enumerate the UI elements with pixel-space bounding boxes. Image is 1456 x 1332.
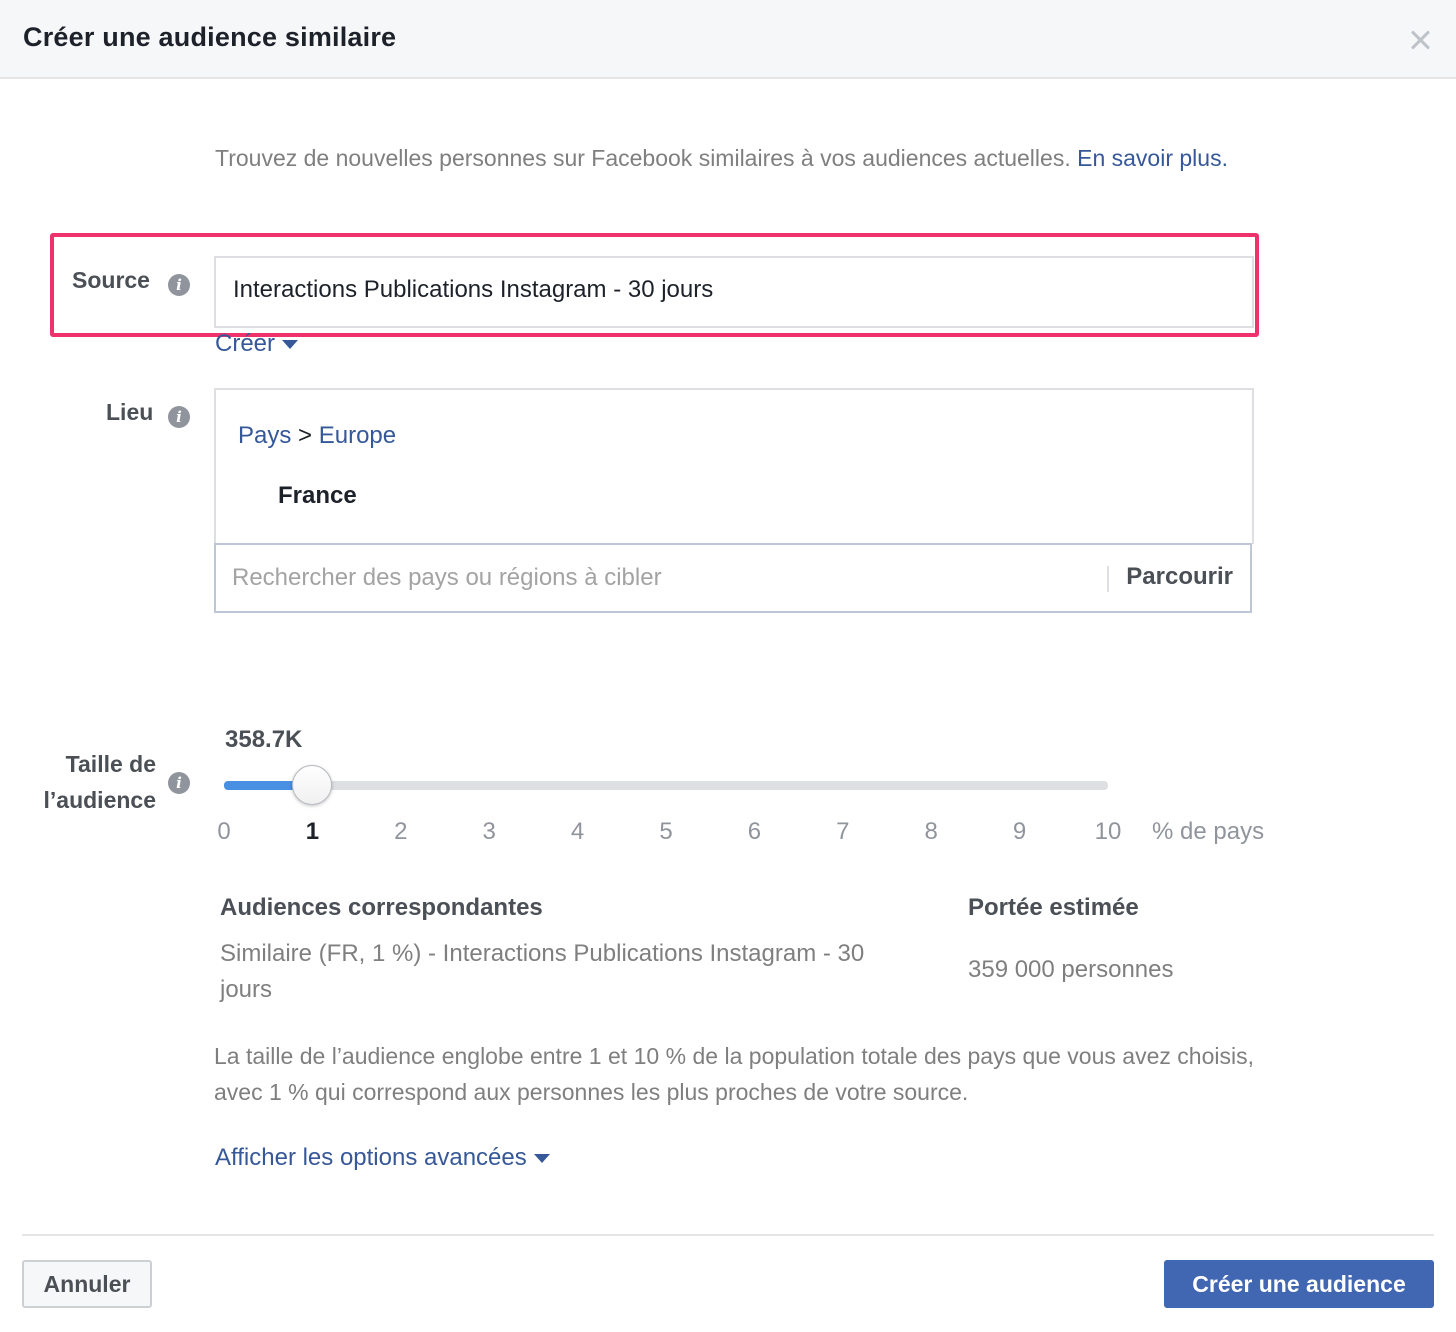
slider-tick-5[interactable]: 5 xyxy=(646,818,686,846)
selected-locations: Pays > Europe France xyxy=(214,388,1254,544)
learn-more-link[interactable]: En savoir plus. xyxy=(1077,145,1228,171)
close-icon[interactable] xyxy=(1404,24,1436,56)
advanced-options-link[interactable]: Afficher les options avancées xyxy=(215,1144,550,1172)
source-label: Source xyxy=(72,267,150,293)
advanced-options-label: Afficher les options avancées xyxy=(215,1144,527,1171)
source-field[interactable]: Interactions Publications Instagram - 30… xyxy=(214,256,1254,328)
slider-tick-1[interactable]: 1 xyxy=(292,818,332,846)
source-value: Interactions Publications Instagram - 30… xyxy=(233,276,714,303)
audience-size-explanation: La taille de l’audience englobe entre 1 … xyxy=(214,1043,1254,1105)
source-info-icon[interactable]: i xyxy=(168,274,190,296)
location-label: Lieu xyxy=(106,399,154,425)
estimated-reach-value: 359 000 personnes xyxy=(968,956,1174,983)
footer-divider xyxy=(22,1234,1434,1236)
slider-tick-7[interactable]: 7 xyxy=(823,818,863,846)
browse-button[interactable]: Parcourir xyxy=(1126,563,1233,591)
breadcrumb-separator: > xyxy=(298,422,313,449)
slider-tick-10[interactable]: 10 xyxy=(1088,818,1128,846)
intro-text: Trouvez de nouvelles personnes sur Faceb… xyxy=(215,140,1253,176)
location-info-icon[interactable]: i xyxy=(168,406,190,428)
audience-size-info-icon[interactable]: i xyxy=(168,772,190,794)
location-breadcrumb: Pays > Europe xyxy=(238,422,396,450)
location-search-input[interactable] xyxy=(232,560,1092,596)
caret-down-icon xyxy=(533,1154,550,1164)
slider-tick-3[interactable]: 3 xyxy=(469,818,509,846)
slider-tick-2[interactable]: 2 xyxy=(381,818,421,846)
create-source-label: Créer xyxy=(215,330,276,357)
caret-down-icon xyxy=(282,340,299,350)
audience-size-label-line1: Taille de xyxy=(65,751,156,777)
audience-size-slider[interactable] xyxy=(224,765,1108,805)
create-audience-button[interactable]: Créer une audience xyxy=(1164,1260,1434,1308)
selected-country: France xyxy=(278,482,357,509)
slider-tick-4[interactable]: 4 xyxy=(558,818,598,846)
matching-audience-value: Similaire (FR, 1 %) - Interactions Publi… xyxy=(220,940,865,1003)
slider-handle[interactable] xyxy=(292,765,333,805)
cancel-button[interactable]: Annuler xyxy=(22,1260,152,1308)
audience-size-value: 358.7K xyxy=(225,726,303,753)
search-divider xyxy=(1107,566,1109,592)
location-search: Parcourir xyxy=(214,543,1252,613)
breadcrumb-countries[interactable]: Pays xyxy=(238,422,291,449)
matching-audiences-header: Audiences correspondantes xyxy=(220,894,543,921)
slider-tick-9[interactable]: 9 xyxy=(1000,818,1040,846)
breadcrumb-region[interactable]: Europe xyxy=(319,422,396,449)
dialog-header: Créer une audience similaire xyxy=(0,0,1456,79)
create-lookalike-dialog: Créer une audience similaire Trouvez de … xyxy=(0,0,1456,1332)
slider-tick-6[interactable]: 6 xyxy=(734,818,774,846)
intro-description: Trouvez de nouvelles personnes sur Faceb… xyxy=(215,145,1071,171)
slider-tick-0[interactable]: 0 xyxy=(204,818,244,846)
audience-size-label: Taille de l’audience xyxy=(32,746,156,818)
create-source-dropdown[interactable]: Créer xyxy=(215,330,299,358)
audience-size-label-line2: l’audience xyxy=(43,787,156,813)
slider-tick-8[interactable]: 8 xyxy=(911,818,951,846)
estimated-reach-header: Portée estimée xyxy=(968,894,1139,921)
dialog-title: Créer une audience similaire xyxy=(23,22,397,52)
slider-unit: % de pays xyxy=(1152,818,1265,845)
